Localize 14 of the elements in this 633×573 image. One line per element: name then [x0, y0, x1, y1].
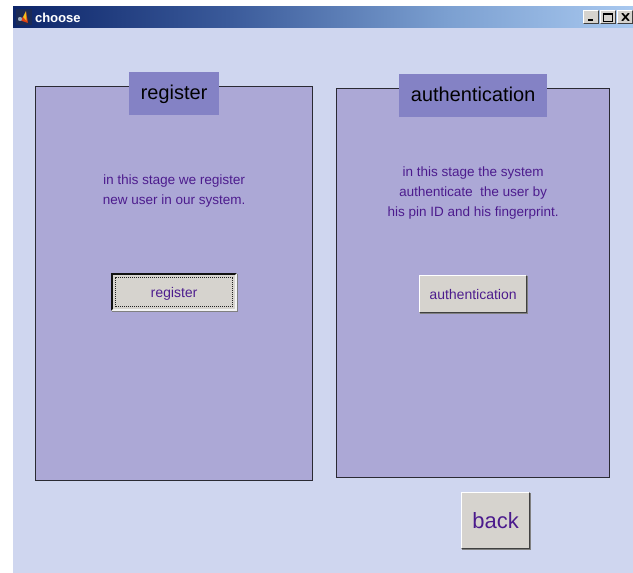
close-icon	[620, 13, 630, 21]
close-button[interactable]	[617, 10, 633, 24]
minimize-button[interactable]	[583, 10, 599, 24]
panel-title: authentication	[398, 74, 548, 117]
description-text: in this stage the system authenticate the user by his pin ID and his fingerprint.	[387, 163, 559, 221]
window-title: choose	[35, 10, 82, 24]
app-logo-icon	[16, 9, 32, 25]
panel-title: register	[128, 72, 220, 115]
maximize-button[interactable]	[600, 10, 616, 24]
description-text: in this stage we register new user in our system.	[102, 171, 246, 209]
back-button[interactable]: back	[461, 492, 530, 549]
authentication-button[interactable]: authentication	[419, 275, 527, 313]
maximize-icon	[603, 12, 613, 22]
register-button[interactable]: register	[111, 273, 237, 311]
